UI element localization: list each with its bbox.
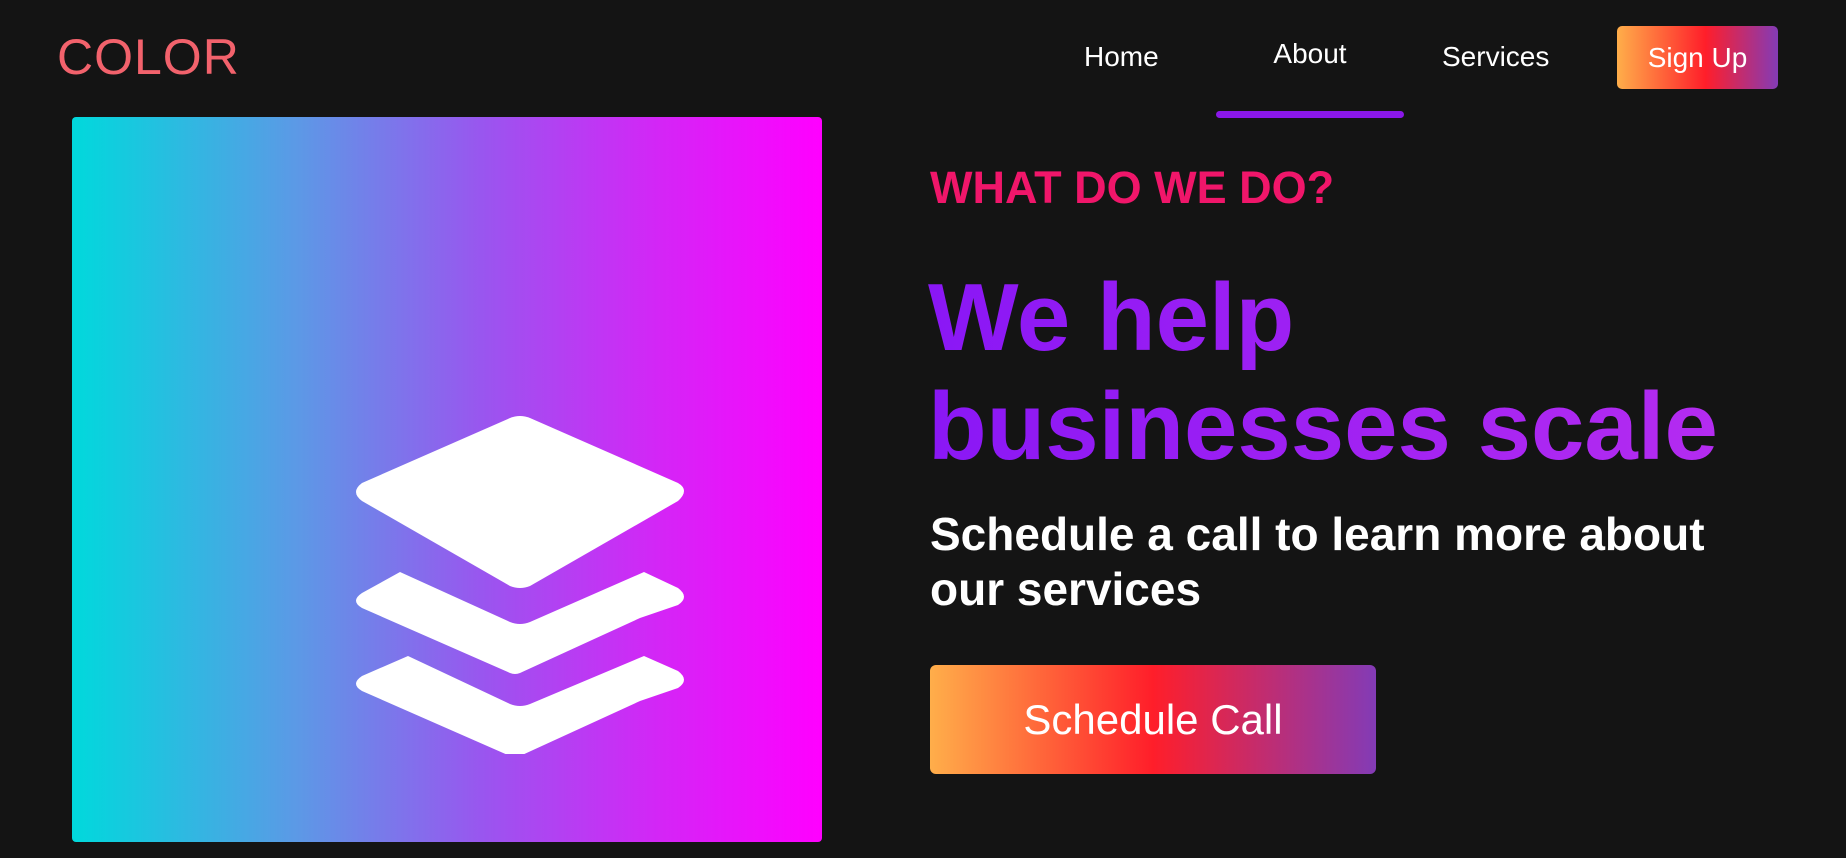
nav-link-services[interactable]: Services <box>1442 41 1549 73</box>
nav-link-home[interactable]: Home <box>1084 41 1159 73</box>
hero-headline: We help businesses scale <box>928 263 1808 481</box>
page: COLOR Home About Services Sign Up WHAT D… <box>0 0 1846 858</box>
nav-link-about[interactable]: About <box>1216 38 1404 118</box>
hero-image-card <box>72 117 822 842</box>
section-eyebrow: WHAT DO WE DO? <box>930 162 1335 213</box>
nav-link-about-label: About <box>1273 38 1347 69</box>
layers-icon <box>356 416 684 754</box>
logo[interactable]: COLOR <box>57 30 240 84</box>
schedule-call-button[interactable]: Schedule Call <box>930 665 1376 774</box>
active-nav-indicator <box>1216 111 1404 118</box>
sign-up-button[interactable]: Sign Up <box>1617 26 1778 89</box>
layer-top <box>356 416 684 588</box>
hero-subhead: Schedule a call to learn more about our … <box>930 508 1705 615</box>
